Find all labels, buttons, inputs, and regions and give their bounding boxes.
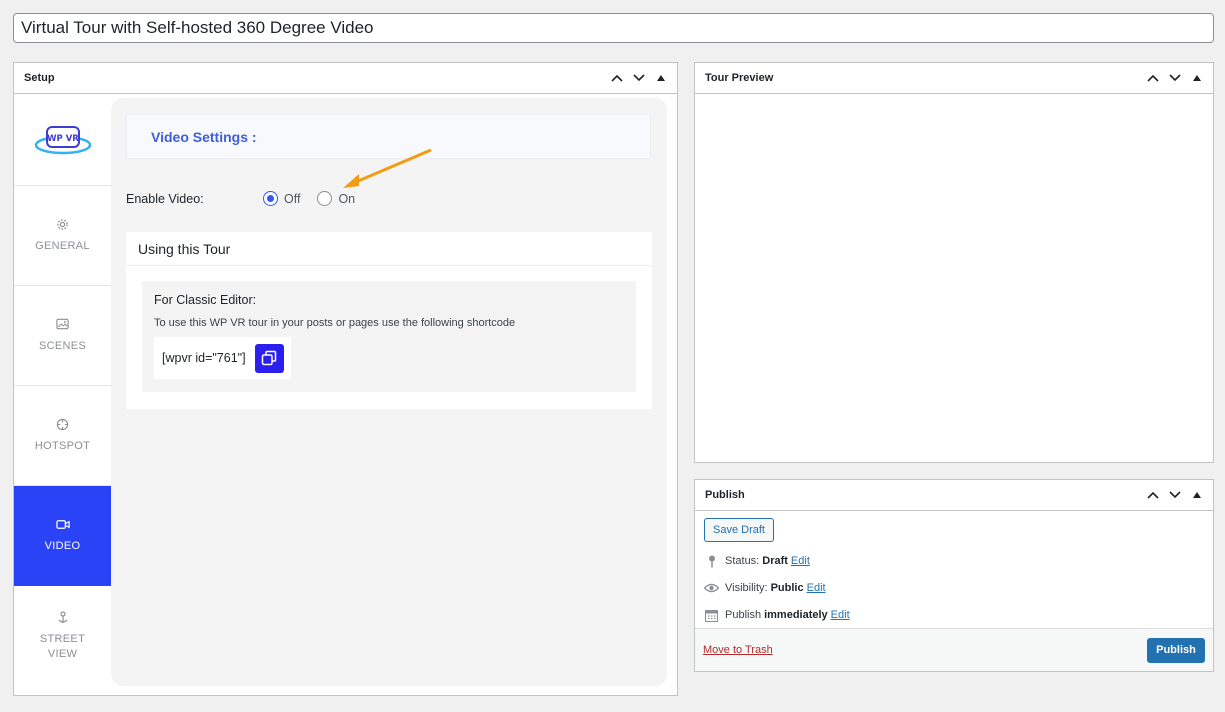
eye-icon bbox=[704, 583, 719, 593]
toggle-panel-icon[interactable] bbox=[1187, 68, 1207, 88]
move-down-icon[interactable] bbox=[1165, 68, 1185, 88]
copy-shortcode-button[interactable] bbox=[254, 343, 284, 373]
nav-street-view-label: STREET VIEW bbox=[39, 633, 86, 660]
radio-off[interactable]: Off bbox=[263, 191, 300, 206]
shortcode-text[interactable]: [wpvr id="761"] bbox=[162, 351, 246, 365]
classic-editor-title: For Classic Editor: bbox=[154, 293, 257, 307]
move-down-icon[interactable] bbox=[1165, 485, 1185, 505]
tour-preview-metabox: Tour Preview bbox=[694, 62, 1214, 463]
radio-off-circle[interactable] bbox=[263, 191, 278, 206]
pin-icon bbox=[704, 555, 719, 568]
calendar-icon bbox=[704, 609, 719, 622]
image-icon bbox=[56, 317, 70, 331]
using-tour-title: Using this Tour bbox=[126, 232, 652, 266]
gear-icon bbox=[56, 217, 70, 231]
using-tour-box: Using this Tour For Classic Editor: To u… bbox=[126, 232, 652, 409]
move-up-icon[interactable] bbox=[607, 68, 627, 88]
classic-editor-description: To use this WP VR tour in your posts or … bbox=[154, 317, 516, 329]
publish-metabox: Publish Save Draft Status: Draft Edit Vi… bbox=[694, 479, 1214, 672]
wpvr-logo: WP VR bbox=[14, 94, 111, 186]
toggle-panel-icon[interactable] bbox=[1187, 485, 1207, 505]
publish-footer: Move to Trash Publish bbox=[695, 628, 1213, 671]
crosshair-icon bbox=[56, 417, 70, 431]
setup-title: Setup bbox=[24, 72, 55, 84]
nav-scenes[interactable]: SCENES bbox=[14, 286, 111, 386]
radio-on-circle[interactable] bbox=[317, 191, 333, 206]
publish-body: Save Draft Status: Draft Edit Visibility… bbox=[695, 511, 1213, 630]
publish-date-label: Publish bbox=[725, 609, 762, 621]
pin-icon bbox=[56, 610, 70, 624]
move-up-icon[interactable] bbox=[1143, 68, 1163, 88]
publish-button[interactable]: Publish bbox=[1147, 637, 1205, 663]
video-icon bbox=[55, 517, 70, 531]
publish-date-value: immediately bbox=[764, 609, 828, 621]
nav-general-label: GENERAL bbox=[35, 240, 90, 252]
visibility-value: Public bbox=[770, 582, 804, 594]
tour-preview-area bbox=[695, 94, 1213, 462]
move-to-trash-link[interactable]: Move to Trash bbox=[703, 644, 773, 656]
publish-header: Publish bbox=[695, 480, 1213, 511]
video-settings-panel: Video Settings : Enable Video: Off On Us… bbox=[111, 98, 667, 686]
setup-header: Setup bbox=[14, 63, 677, 94]
tour-preview-title: Tour Preview bbox=[705, 72, 774, 84]
enable-video-row: Enable Video: Off On bbox=[126, 191, 372, 206]
status-row: Status: Draft Edit bbox=[704, 553, 1204, 569]
status-edit-link[interactable]: Edit bbox=[791, 555, 810, 567]
toggle-panel-icon[interactable] bbox=[651, 68, 671, 88]
move-down-icon[interactable] bbox=[629, 68, 649, 88]
visibility-row: Visibility: Public Edit bbox=[704, 580, 1204, 596]
nav-scenes-label: SCENES bbox=[38, 340, 87, 352]
nav-street-view[interactable]: STREET VIEW bbox=[14, 586, 111, 686]
tour-preview-header: Tour Preview bbox=[695, 63, 1213, 94]
move-up-icon[interactable] bbox=[1143, 485, 1163, 505]
orange-arrow-annotation bbox=[343, 148, 432, 188]
nav-general[interactable]: GENERAL bbox=[14, 186, 111, 286]
nav-hotspot[interactable]: HOTSPOT bbox=[14, 386, 111, 486]
status-label: Status: bbox=[725, 555, 760, 567]
classic-editor-box: For Classic Editor: To use this WP VR to… bbox=[142, 281, 636, 392]
visibility-edit-link[interactable]: Edit bbox=[807, 582, 826, 594]
save-draft-button[interactable]: Save Draft bbox=[704, 518, 774, 542]
visibility-label: Visibility: bbox=[725, 582, 768, 594]
post-title-input[interactable]: Virtual Tour with Self-hosted 360 Degree… bbox=[13, 13, 1214, 43]
copy-icon bbox=[261, 350, 277, 366]
wpvr-sidebar: WP VR GENERAL SCENES HOTSPOT VIDEO STREE… bbox=[14, 94, 111, 695]
publish-title: Publish bbox=[705, 489, 745, 501]
enable-video-label: Enable Video: bbox=[126, 191, 204, 206]
svg-text:WP VR: WP VR bbox=[47, 134, 79, 144]
status-value: Draft bbox=[762, 555, 788, 567]
nav-video[interactable]: VIDEO bbox=[14, 486, 111, 586]
nav-video-label: VIDEO bbox=[44, 540, 81, 552]
publish-date-edit-link[interactable]: Edit bbox=[831, 609, 850, 621]
shortcode-field: [wpvr id="761"] bbox=[154, 337, 291, 379]
radio-on-label: On bbox=[338, 191, 356, 206]
publish-date-row: Publish immediately Edit bbox=[704, 607, 1204, 623]
nav-hotspot-label: HOTSPOT bbox=[34, 440, 91, 452]
setup-metabox: Setup WP VR GENERAL SCENES HOTSPOT VIDEO… bbox=[13, 62, 678, 696]
radio-on[interactable]: On bbox=[317, 191, 355, 206]
radio-off-label: Off bbox=[284, 191, 301, 206]
